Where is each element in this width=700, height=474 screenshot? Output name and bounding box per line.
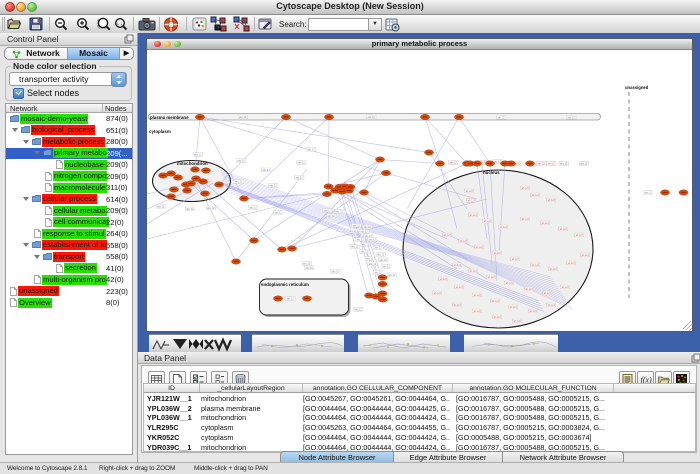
svg-text:ab 123: ab 123 <box>444 234 452 236</box>
svg-text:ab 123: ab 123 <box>512 258 520 260</box>
svg-text:ab 123: ab 123 <box>492 300 500 302</box>
svg-text:ab 123: ab 123 <box>522 187 530 189</box>
svg-text:abc 12: abc 12 <box>250 206 258 209</box>
svg-text:ab 123: ab 123 <box>454 304 462 306</box>
svg-text:abc 12: abc 12 <box>369 262 377 265</box>
svg-text:abc 12: abc 12 <box>364 225 372 228</box>
svg-text:abc 12: abc 12 <box>186 207 194 210</box>
svg-text:ab 123: ab 123 <box>542 222 550 224</box>
svg-text:abc 12: abc 12 <box>207 206 215 209</box>
svg-text:unassigned: unassigned <box>625 85 649 90</box>
svg-text:abc 12: abc 12 <box>298 161 306 164</box>
svg-text:abc 12: abc 12 <box>296 176 304 179</box>
svg-text:ab 123: ab 123 <box>532 194 540 196</box>
svg-text:abc 12: abc 12 <box>308 148 316 151</box>
svg-text:ab 123: ab 123 <box>476 246 484 248</box>
svg-text:abc 12: abc 12 <box>369 238 377 241</box>
svg-text:abc 12: abc 12 <box>580 162 588 165</box>
svg-text:abc 12: abc 12 <box>306 266 314 269</box>
svg-text:abc 12: abc 12 <box>287 297 295 300</box>
svg-text:abc 12: abc 12 <box>303 262 311 265</box>
svg-text:ab 123: ab 123 <box>466 190 474 192</box>
svg-text:ab 123: ab 123 <box>568 262 576 264</box>
svg-text:ab 123: ab 123 <box>510 306 518 308</box>
svg-text:abc 12: abc 12 <box>498 116 506 119</box>
svg-text:ab 123: ab 123 <box>522 218 530 220</box>
svg-text:abc 12: abc 12 <box>548 162 556 165</box>
svg-text:endoplasmic reticulum: endoplasmic reticulum <box>261 282 309 287</box>
svg-text:ab 123: ab 123 <box>474 310 482 312</box>
svg-text:ab 123: ab 123 <box>576 234 584 236</box>
svg-text:1:1: 1:1 <box>117 21 123 26</box>
svg-text:ab 123: ab 123 <box>548 304 556 306</box>
svg-text:ab 123: ab 123 <box>560 228 568 230</box>
svg-text:abc 12: abc 12 <box>263 168 271 171</box>
svg-text:abc 12: abc 12 <box>568 116 576 119</box>
svg-text:ab 123: ab 123 <box>494 316 502 318</box>
svg-text:ab 123: ab 123 <box>460 240 468 242</box>
svg-text:ab 123: ab 123 <box>470 270 478 272</box>
svg-text:abc 12: abc 12 <box>239 115 247 118</box>
svg-text:ab 123: ab 123 <box>544 292 552 294</box>
svg-text:abc 12: abc 12 <box>368 115 376 118</box>
svg-text:abc 12: abc 12 <box>361 230 369 233</box>
svg-text:abc 12: abc 12 <box>375 271 383 274</box>
svg-text:ab 123: ab 123 <box>532 264 540 266</box>
svg-text:abc 12: abc 12 <box>388 273 396 276</box>
svg-text:ab 123: ab 123 <box>440 278 448 280</box>
svg-text:cytoplasm: cytoplasm <box>149 129 171 134</box>
svg-text:abc 12: abc 12 <box>366 257 374 260</box>
svg-text:abc 12: abc 12 <box>375 246 383 249</box>
svg-text:ab 123: ab 123 <box>474 294 482 296</box>
svg-text:abc 12: abc 12 <box>380 258 388 261</box>
svg-text:ab 123: ab 123 <box>434 292 442 294</box>
svg-text:abc 12: abc 12 <box>332 270 340 273</box>
svg-text:ab 123: ab 123 <box>514 320 522 322</box>
svg-text:ab 123: ab 123 <box>488 276 496 278</box>
svg-text:nucleus: nucleus <box>483 169 500 174</box>
svg-text:abc 12: abc 12 <box>235 180 243 183</box>
svg-text:ab 123: ab 123 <box>530 310 538 312</box>
svg-text:ab 123: ab 123 <box>470 214 478 216</box>
svg-text:abc 12: abc 12 <box>324 209 332 212</box>
svg-text:abc 12: abc 12 <box>362 243 370 246</box>
svg-text:ab 123: ab 123 <box>454 264 462 266</box>
svg-text:ab 123: ab 123 <box>582 254 590 256</box>
svg-text:abc 12: abc 12 <box>357 238 365 241</box>
svg-text:abc 12: abc 12 <box>194 153 202 156</box>
svg-text:ab 123: ab 123 <box>548 199 556 201</box>
svg-text:ab 123: ab 123 <box>500 226 508 228</box>
svg-text:abc 12: abc 12 <box>336 210 344 213</box>
svg-text:abc 12: abc 12 <box>275 211 283 214</box>
svg-text:ab 123: ab 123 <box>468 200 476 202</box>
svg-text:abc 12: abc 12 <box>351 245 359 248</box>
svg-text:plasma membrane: plasma membrane <box>150 114 189 119</box>
svg-text:abc 12: abc 12 <box>353 224 361 227</box>
svg-text:abc 12: abc 12 <box>377 253 385 256</box>
svg-text:abc 12: abc 12 <box>538 162 546 165</box>
svg-text:abc 12: abc 12 <box>349 229 357 232</box>
svg-text:abc 12: abc 12 <box>383 265 391 268</box>
svg-text:abc 12: abc 12 <box>560 162 568 165</box>
svg-text:abc 12: abc 12 <box>361 250 369 253</box>
svg-text:abc 12: abc 12 <box>645 191 653 194</box>
svg-text:mitochondrion: mitochondrion <box>177 161 208 166</box>
svg-text:ab 123: ab 123 <box>562 286 570 288</box>
svg-text:ab 123: ab 123 <box>526 288 534 290</box>
svg-text:abc 12: abc 12 <box>157 205 165 208</box>
svg-text:abc 12: abc 12 <box>270 184 278 187</box>
svg-text:abc 12: abc 12 <box>328 214 336 217</box>
svg-text:abc 12: abc 12 <box>238 159 246 162</box>
svg-text:ab 123: ab 123 <box>484 220 492 222</box>
svg-text:abc 12: abc 12 <box>450 161 458 164</box>
svg-text:ab 123: ab 123 <box>494 252 502 254</box>
svg-text:ab 123: ab 123 <box>550 268 558 270</box>
svg-text:ab 123: ab 123 <box>456 286 464 288</box>
svg-text:abc 12: abc 12 <box>355 308 363 311</box>
svg-text:ab 123: ab 123 <box>506 282 514 284</box>
